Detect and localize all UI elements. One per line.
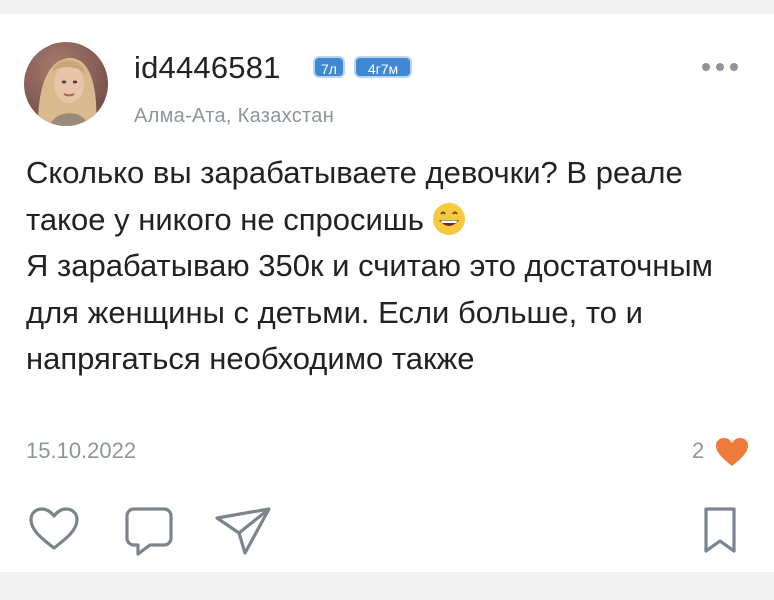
feed-top-separator — [0, 0, 774, 14]
author-location: Алма-Ата, Казахстан — [134, 105, 335, 127]
heart-outline-icon[interactable] — [28, 506, 80, 557]
post-text: Сколько вы зарабатываете девочки? В реал… — [26, 150, 756, 383]
post-card: id4446581 7л 4г7м Алма-Ата, Казахстан Ск… — [0, 14, 774, 572]
account-age-badge: 7л — [313, 56, 345, 78]
post-text-line2: Я зарабатываю 350к и считаю это достаточ… — [26, 248, 722, 376]
share-icon[interactable] — [214, 506, 272, 561]
child-age-badge: 4г7м — [354, 56, 412, 78]
grinning-face-emoji-icon — [432, 202, 466, 236]
comment-icon[interactable] — [124, 506, 174, 563]
avatar[interactable] — [24, 42, 108, 126]
more-icon[interactable] — [700, 60, 740, 74]
feed-bottom-separator — [0, 572, 774, 600]
like-count: 2 — [692, 438, 705, 463]
post-date: 15.10.2022 — [26, 438, 137, 463]
liked-heart-icon[interactable] — [714, 436, 750, 468]
post-text-line1: Сколько вы зарабатываете девочки? В реал… — [26, 155, 692, 237]
author-username[interactable]: id4446581 — [134, 50, 281, 86]
bookmark-icon[interactable] — [700, 506, 740, 561]
